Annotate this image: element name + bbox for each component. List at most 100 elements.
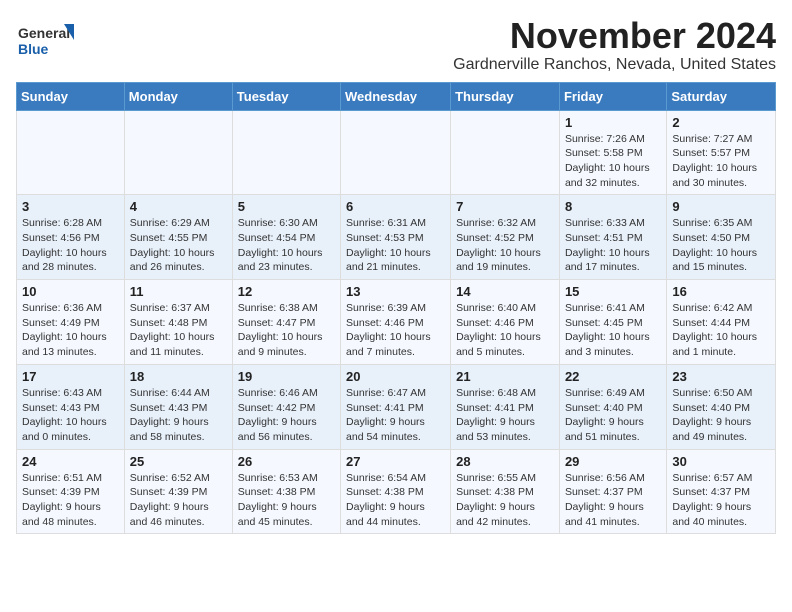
day-number: 2 <box>672 115 770 130</box>
calendar-cell: 4 Sunrise: 6:29 AM Sunset: 4:55 PM Daylig… <box>124 195 232 280</box>
location-subtitle: Gardnerville Ranchos, Nevada, United Sta… <box>453 56 776 74</box>
day-number: 23 <box>672 369 770 384</box>
day-number: 6 <box>346 199 445 214</box>
day-number: 9 <box>672 199 770 214</box>
calendar-cell: 15 Sunrise: 6:41 AM Sunset: 4:45 PM Dayli… <box>559 280 666 365</box>
day-number: 1 <box>565 115 661 130</box>
cell-info: Sunrise: 6:41 AM Sunset: 4:45 PM Dayligh… <box>565 301 661 360</box>
cell-info: Sunrise: 6:42 AM Sunset: 4:44 PM Dayligh… <box>672 301 770 360</box>
calendar-cell: 2Sunrise: 7:27 AM Sunset: 5:57 PM Daylig… <box>667 110 776 195</box>
cell-info: Sunrise: 6:52 AM Sunset: 4:39 PM Dayligh… <box>130 471 227 530</box>
svg-text:Blue: Blue <box>18 41 49 57</box>
title-area: November 2024 Gardnerville Ranchos, Neva… <box>453 16 776 74</box>
calendar-cell: 17 Sunrise: 6:43 AM Sunset: 4:43 PM Dayli… <box>17 364 125 449</box>
cell-info: Sunrise: 6:38 AM Sunset: 4:47 PM Dayligh… <box>238 301 335 360</box>
weekday-header: Wednesday <box>341 82 451 110</box>
day-number: 30 <box>672 454 770 469</box>
calendar-cell: 6Sunrise: 6:31 AM Sunset: 4:53 PM Daylig… <box>341 195 451 280</box>
cell-info: Sunrise: 6:46 AM Sunset: 4:42 PM Dayligh… <box>238 386 335 445</box>
day-number: 17 <box>22 369 119 384</box>
calendar-cell: 9 Sunrise: 6:35 AM Sunset: 4:50 PM Daylig… <box>667 195 776 280</box>
day-number: 24 <box>22 454 119 469</box>
calendar-week-row: 10 Sunrise: 6:36 AM Sunset: 4:49 PM Dayli… <box>17 280 776 365</box>
cell-info: Sunrise: 6:28 AM Sunset: 4:56 PM Dayligh… <box>22 216 119 275</box>
calendar-cell: 29 Sunrise: 6:56 AM Sunset: 4:37 PM Dayli… <box>559 449 666 534</box>
day-number: 13 <box>346 284 445 299</box>
weekday-header: Friday <box>559 82 666 110</box>
day-number: 28 <box>456 454 554 469</box>
calendar-cell: 8 Sunrise: 6:33 AM Sunset: 4:51 PM Daylig… <box>559 195 666 280</box>
day-number: 14 <box>456 284 554 299</box>
calendar-week-row: 24 Sunrise: 6:51 AM Sunset: 4:39 PM Dayli… <box>17 449 776 534</box>
day-number: 18 <box>130 369 227 384</box>
svg-text:General: General <box>18 25 70 41</box>
weekday-header: Tuesday <box>232 82 340 110</box>
logo: General Blue <box>16 16 76 71</box>
weekday-header: Monday <box>124 82 232 110</box>
day-number: 29 <box>565 454 661 469</box>
calendar-cell: 1 Sunrise: 7:26 AM Sunset: 5:58 PM Daylig… <box>559 110 666 195</box>
calendar-cell <box>17 110 125 195</box>
calendar-week-row: 17 Sunrise: 6:43 AM Sunset: 4:43 PM Dayli… <box>17 364 776 449</box>
calendar-cell: 3 Sunrise: 6:28 AM Sunset: 4:56 PM Daylig… <box>17 195 125 280</box>
cell-info: Sunrise: 6:32 AM Sunset: 4:52 PM Dayligh… <box>456 216 554 275</box>
cell-info: Sunrise: 6:43 AM Sunset: 4:43 PM Dayligh… <box>22 386 119 445</box>
calendar-cell <box>451 110 560 195</box>
day-number: 5 <box>238 199 335 214</box>
calendar-cell <box>341 110 451 195</box>
calendar-cell: 10 Sunrise: 6:36 AM Sunset: 4:49 PM Dayli… <box>17 280 125 365</box>
day-number: 27 <box>346 454 445 469</box>
cell-info: Sunrise: 6:56 AM Sunset: 4:37 PM Dayligh… <box>565 471 661 530</box>
day-number: 25 <box>130 454 227 469</box>
month-title: November 2024 <box>453 16 776 56</box>
weekday-header: Sunday <box>17 82 125 110</box>
cell-info: Sunrise: 6:53 AM Sunset: 4:38 PM Dayligh… <box>238 471 335 530</box>
calendar-cell: 11Sunrise: 6:37 AM Sunset: 4:48 PM Dayli… <box>124 280 232 365</box>
calendar-cell <box>124 110 232 195</box>
calendar-cell: 13 Sunrise: 6:39 AM Sunset: 4:46 PM Dayli… <box>341 280 451 365</box>
day-number: 12 <box>238 284 335 299</box>
calendar-cell: 21Sunrise: 6:48 AM Sunset: 4:41 PM Dayli… <box>451 364 560 449</box>
calendar-week-row: 3 Sunrise: 6:28 AM Sunset: 4:56 PM Daylig… <box>17 195 776 280</box>
cell-info: Sunrise: 6:39 AM Sunset: 4:46 PM Dayligh… <box>346 301 445 360</box>
calendar-cell: 5 Sunrise: 6:30 AM Sunset: 4:54 PM Daylig… <box>232 195 340 280</box>
day-number: 4 <box>130 199 227 214</box>
cell-info: Sunrise: 7:26 AM Sunset: 5:58 PM Dayligh… <box>565 132 661 191</box>
calendar-cell: 19 Sunrise: 6:46 AM Sunset: 4:42 PM Dayli… <box>232 364 340 449</box>
day-number: 20 <box>346 369 445 384</box>
calendar-cell: 26Sunrise: 6:53 AM Sunset: 4:38 PM Dayli… <box>232 449 340 534</box>
day-number: 7 <box>456 199 554 214</box>
calendar-table: SundayMondayTuesdayWednesdayThursdayFrid… <box>16 82 776 535</box>
day-number: 3 <box>22 199 119 214</box>
cell-info: Sunrise: 6:29 AM Sunset: 4:55 PM Dayligh… <box>130 216 227 275</box>
calendar-cell <box>232 110 340 195</box>
page-header: General Blue November 2024 Gardnerville … <box>16 16 776 74</box>
calendar-cell: 28 Sunrise: 6:55 AM Sunset: 4:38 PM Dayli… <box>451 449 560 534</box>
day-number: 16 <box>672 284 770 299</box>
day-number: 10 <box>22 284 119 299</box>
calendar-body: 1 Sunrise: 7:26 AM Sunset: 5:58 PM Daylig… <box>17 110 776 534</box>
calendar-cell: 12 Sunrise: 6:38 AM Sunset: 4:47 PM Dayli… <box>232 280 340 365</box>
day-number: 19 <box>238 369 335 384</box>
weekday-header: Saturday <box>667 82 776 110</box>
cell-info: Sunrise: 6:54 AM Sunset: 4:38 PM Dayligh… <box>346 471 445 530</box>
calendar-header: SundayMondayTuesdayWednesdayThursdayFrid… <box>17 82 776 110</box>
day-number: 15 <box>565 284 661 299</box>
calendar-cell: 7 Sunrise: 6:32 AM Sunset: 4:52 PM Daylig… <box>451 195 560 280</box>
cell-info: Sunrise: 6:47 AM Sunset: 4:41 PM Dayligh… <box>346 386 445 445</box>
cell-info: Sunrise: 6:36 AM Sunset: 4:49 PM Dayligh… <box>22 301 119 360</box>
day-number: 8 <box>565 199 661 214</box>
cell-info: Sunrise: 6:30 AM Sunset: 4:54 PM Dayligh… <box>238 216 335 275</box>
day-number: 22 <box>565 369 661 384</box>
calendar-cell: 25 Sunrise: 6:52 AM Sunset: 4:39 PM Dayli… <box>124 449 232 534</box>
cell-info: Sunrise: 6:48 AM Sunset: 4:41 PM Dayligh… <box>456 386 554 445</box>
cell-info: Sunrise: 6:35 AM Sunset: 4:50 PM Dayligh… <box>672 216 770 275</box>
calendar-cell: 23Sunrise: 6:50 AM Sunset: 4:40 PM Dayli… <box>667 364 776 449</box>
cell-info: Sunrise: 6:33 AM Sunset: 4:51 PM Dayligh… <box>565 216 661 275</box>
logo-icon: General Blue <box>16 16 76 66</box>
calendar-cell: 27 Sunrise: 6:54 AM Sunset: 4:38 PM Dayli… <box>341 449 451 534</box>
cell-info: Sunrise: 6:55 AM Sunset: 4:38 PM Dayligh… <box>456 471 554 530</box>
cell-info: Sunrise: 6:44 AM Sunset: 4:43 PM Dayligh… <box>130 386 227 445</box>
cell-info: Sunrise: 6:57 AM Sunset: 4:37 PM Dayligh… <box>672 471 770 530</box>
cell-info: Sunrise: 6:51 AM Sunset: 4:39 PM Dayligh… <box>22 471 119 530</box>
